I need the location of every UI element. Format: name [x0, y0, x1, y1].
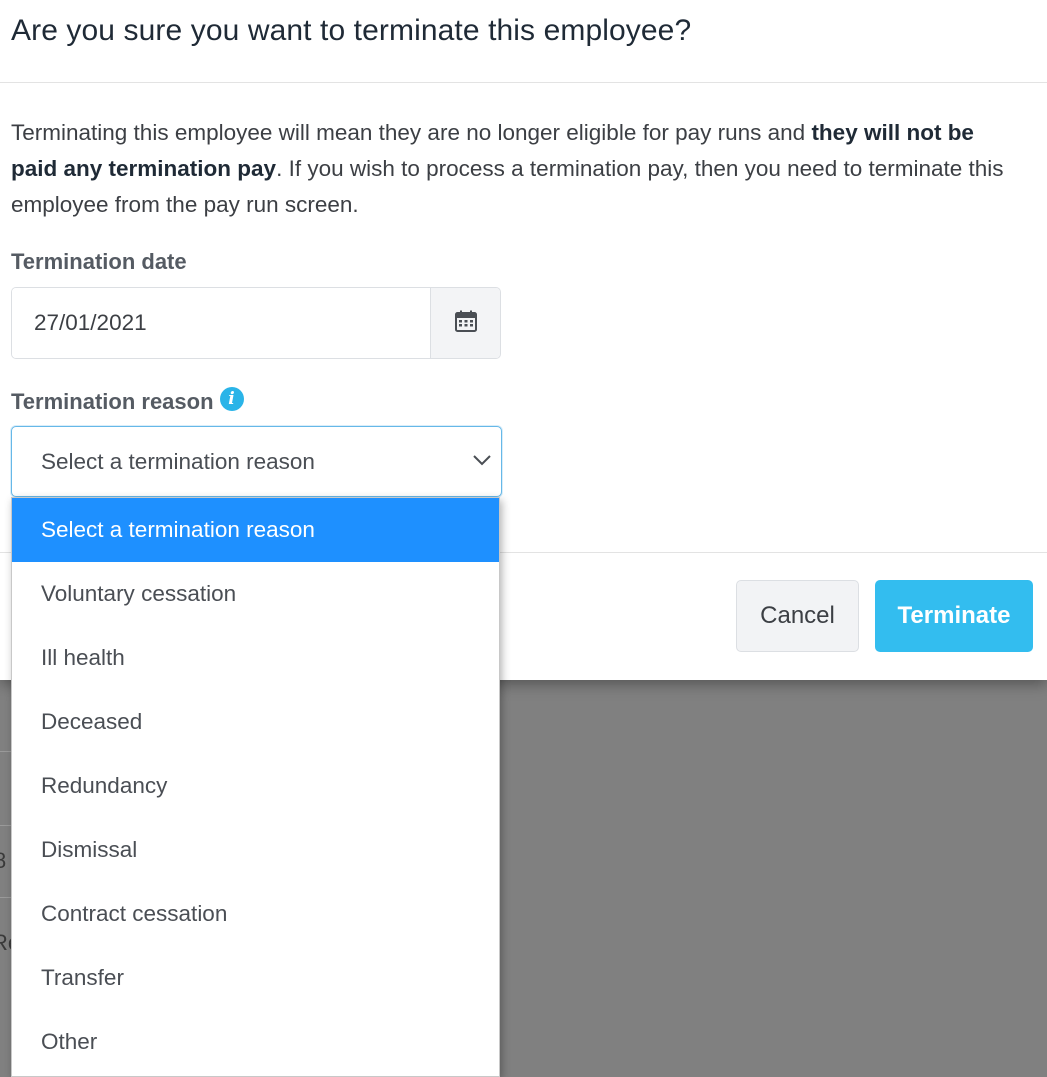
modal-title: Are you sure you want to terminate this …: [11, 14, 692, 47]
dropdown-option[interactable]: Dismissal: [12, 818, 499, 882]
warning-text-part: Terminating this employee will mean they…: [11, 120, 812, 145]
termination-reason-label: Termination reason i: [11, 387, 1036, 415]
termination-date-label: Termination date: [11, 249, 1036, 275]
chevron-down-icon: [471, 449, 493, 477]
background-text: 8: [0, 848, 7, 873]
termination-reason-label-text: Termination reason: [11, 389, 214, 414]
modal-body: Terminating this employee will mean they…: [0, 115, 1047, 415]
termination-reason-dropdown: Select a termination reason Voluntary ce…: [11, 497, 500, 1077]
dropdown-option[interactable]: Redundancy: [12, 754, 499, 818]
info-icon[interactable]: i: [219, 387, 244, 411]
modal-header: Are you sure you want to terminate this …: [0, 0, 1047, 83]
calendar-icon: [454, 309, 478, 338]
dropdown-option[interactable]: Other: [12, 1010, 499, 1074]
dropdown-option[interactable]: Ill health: [12, 626, 499, 690]
termination-date-label-text: Termination date: [11, 249, 187, 274]
dropdown-option[interactable]: Voluntary cessation: [12, 562, 499, 626]
termination-reason-select[interactable]: Select a termination reason: [11, 426, 502, 497]
terminate-button[interactable]: Terminate: [875, 580, 1033, 652]
dropdown-option[interactable]: Select a termination reason: [12, 498, 499, 562]
dropdown-option[interactable]: Transfer: [12, 946, 499, 1010]
cancel-button[interactable]: Cancel: [736, 580, 859, 652]
termination-date-input[interactable]: [12, 288, 430, 358]
dropdown-option[interactable]: Contract cessation: [12, 882, 499, 946]
termination-warning-text: Terminating this employee will mean they…: [11, 115, 1021, 223]
termination-reason-selected-value: Select a termination reason: [41, 448, 315, 474]
dropdown-option[interactable]: Deceased: [12, 690, 499, 754]
termination-date-group: [11, 287, 501, 359]
calendar-button[interactable]: [430, 288, 500, 358]
